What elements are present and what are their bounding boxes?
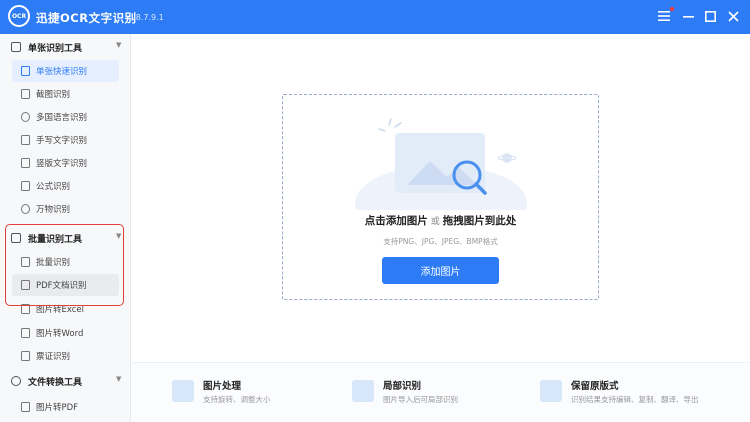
crop-icon	[21, 89, 30, 99]
notification-dot	[670, 7, 674, 11]
sidebar-item-quick-recognition[interactable]: 单张快速识别	[12, 60, 119, 82]
layout-icon	[540, 380, 562, 402]
ticket-icon	[21, 351, 30, 361]
sidebar-item-label: 万物识别	[36, 205, 71, 215]
feature-title: 保留原版式	[571, 381, 619, 392]
sidebar-item-label: 多国语言识别	[36, 113, 88, 123]
sidebar-item-label: 图片转Word	[36, 329, 84, 339]
document-icon	[11, 42, 21, 52]
group-label: 文件转换工具	[28, 378, 83, 388]
sidebar-item-label: 截图识别	[36, 90, 71, 100]
quick-edit-icon	[21, 66, 30, 76]
sidebar: 单张识别工具 ▼ 单张快速识别 截图识别 多国语言识别 手写文字识别 竖版文字识…	[0, 34, 131, 422]
sidebar-item-label: 竖版文字识别	[36, 159, 88, 169]
batch-icon	[11, 233, 21, 243]
caret-down-icon: ▼	[116, 232, 122, 240]
feature-desc: 识别结果支持编辑、复制、翻译、导出	[571, 395, 699, 404]
caret-down-icon: ▼	[116, 41, 122, 49]
sidebar-item-label: PDF文档识别	[36, 281, 87, 291]
sidebar-item-object[interactable]: 万物识别	[12, 198, 119, 220]
sidebar-item-to-excel[interactable]: 图片转Excel	[12, 298, 119, 320]
image-placeholder-illustration	[355, 118, 527, 210]
vertical-text-icon	[21, 158, 30, 168]
group-file-conversion[interactable]: 文件转换工具 ▼	[0, 370, 131, 392]
sidebar-item-label: 单张快速识别	[36, 67, 88, 77]
feature-title: 图片处理	[203, 381, 242, 392]
excel-icon	[21, 304, 30, 314]
feature-strip	[132, 362, 750, 422]
maximize-icon[interactable]	[702, 8, 718, 24]
sidebar-item-multilingual[interactable]: 多国语言识别	[12, 106, 119, 128]
group-label: 单张识别工具	[28, 44, 83, 54]
sidebar-item-formula[interactable]: 公式识别	[12, 175, 119, 197]
sidebar-item-label: 手写文字识别	[36, 136, 88, 146]
sidebar-item-to-word[interactable]: 图片转Word	[12, 322, 119, 344]
or-text: 或	[430, 217, 440, 227]
object-icon	[21, 204, 30, 214]
sidebar-item-vertical-text[interactable]: 竖版文字识别	[12, 152, 119, 174]
menu-icon[interactable]	[656, 7, 674, 24]
sidebar-item-label: 图片转Excel	[36, 305, 85, 315]
sidebar-item-handwriting[interactable]: 手写文字识别	[12, 129, 119, 151]
sidebar-item-batch[interactable]: 批量识别	[12, 251, 119, 273]
title-bar: OCR 迅捷OCR文字识别 v8.7.9.1	[0, 0, 750, 34]
sidebar-item-label: 批量识别	[36, 258, 71, 268]
sidebar-item-label: 公式识别	[36, 182, 71, 192]
group-batch-recognition[interactable]: 批量识别工具 ▼	[0, 227, 131, 249]
batch-file-icon	[21, 257, 30, 267]
add-image-button[interactable]: 添加图片	[382, 257, 499, 284]
app-logo: OCR	[8, 5, 30, 27]
sidebar-item-to-pdf[interactable]: 图片转PDF	[12, 396, 119, 418]
group-single-recognition[interactable]: 单张识别工具 ▼	[0, 36, 131, 58]
sidebar-item-pdf[interactable]: PDF文档识别	[12, 274, 119, 296]
app-title: 迅捷OCR文字识别	[36, 11, 137, 25]
formula-icon	[21, 181, 30, 191]
feature-desc: 支持旋转、调整大小	[203, 395, 271, 404]
sidebar-item-ticket[interactable]: 票证识别	[12, 345, 119, 367]
sidebar-item-label: 票证识别	[36, 352, 71, 362]
feature-title: 局部识别	[383, 381, 422, 392]
click-add-text: 点击添加图片	[364, 215, 428, 227]
feature-desc: 图片导入后可局部识别	[383, 395, 458, 404]
sidebar-item-label: 图片转PDF	[36, 403, 79, 413]
minimize-icon[interactable]	[680, 8, 696, 24]
caret-down-icon: ▼	[116, 375, 122, 383]
close-icon[interactable]	[725, 8, 741, 24]
app-version: v8.7.9.1	[131, 13, 164, 22]
pdf-icon	[21, 280, 30, 290]
drag-drop-text: 拖拽图片到此处	[442, 215, 517, 227]
word-icon	[21, 328, 30, 338]
image-edit-icon	[172, 380, 194, 402]
pen-icon	[21, 135, 30, 145]
pdf-convert-icon	[21, 402, 30, 412]
drop-title: 点击添加图片或拖拽图片到此处	[282, 213, 599, 228]
crop-select-icon	[352, 380, 374, 402]
supported-formats: 支持PNG、JPG、JPEG、BMP格式	[383, 237, 498, 246]
sidebar-item-screenshot[interactable]: 截图识别	[12, 83, 119, 105]
globe-icon	[21, 112, 30, 122]
app-logo-text: OCR	[11, 12, 27, 20]
group-label: 批量识别工具	[28, 235, 83, 245]
convert-icon	[11, 376, 21, 386]
